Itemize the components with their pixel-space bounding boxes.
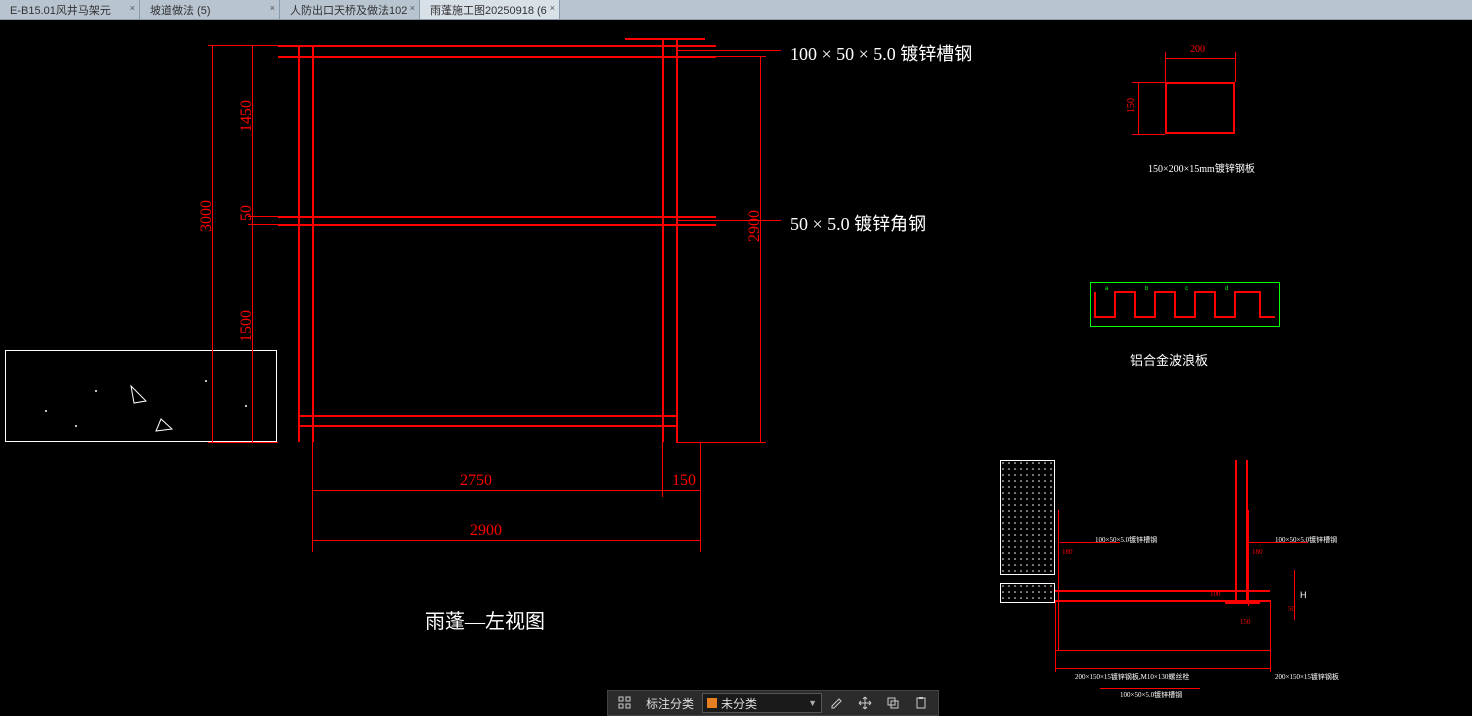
grid-icon-button[interactable] [612,692,638,714]
dim-50: 50 [238,205,256,221]
detail-caption: 150×200×15mm镀锌钢板 [1148,160,1255,175]
dim-2900v: 2900 [746,210,764,242]
dim-180b: 180 [1252,548,1263,556]
dim-1450: 1450 [238,100,256,132]
drawing-canvas[interactable]: 100 × 50 × 5.0 镀锌槽钢 50 × 5.0 镀锌角钢 3000 1… [0,20,1472,706]
dim-line [1138,82,1139,134]
ext-line [676,56,766,57]
svg-text:a: a [1105,286,1109,292]
edit-icon-button[interactable] [824,692,850,714]
ext-line [1235,52,1236,82]
close-icon[interactable]: × [410,3,415,13]
detail-rect [1165,82,1235,134]
svg-text:b: b [1145,286,1149,292]
corrugated-detail: a b c d [1090,282,1280,327]
dim-2900h: 2900 [470,522,502,540]
drawing-line [662,38,664,442]
doc-tab-label: 雨蓬施工图20250918 (6 [430,2,547,18]
detail-caption: 铝合金波浪板 [1130,350,1208,369]
ext-line [1132,82,1165,83]
svg-text:c: c [1185,286,1188,292]
drawing-line [278,45,716,47]
close-icon[interactable]: × [550,3,555,13]
toolbar-label: 标注分类 [640,695,700,712]
annotation-text: 50 × 5.0 镀锌角钢 [790,210,926,236]
view-title: 雨蓬—左视图 [425,605,545,634]
doc-tab[interactable]: 人防出口天桥及做法102× [280,0,420,19]
dim-line [312,490,700,491]
doc-tab-label: E-B15.01风井马架元 [10,2,111,18]
dim-line [212,45,213,442]
ext-line [1132,134,1165,135]
dim-line [312,540,700,541]
dim-line [760,56,761,442]
drawing-line [278,56,716,58]
doc-tab-label: 坡道做法 (5) [150,2,211,18]
dim-line [1165,58,1235,59]
label-b: 100×50×5.0镀锌槽钢 [1275,535,1337,545]
dim-200: 200 [1190,44,1205,55]
chevron-down-icon: ▼ [808,698,817,708]
doc-tab-label: 人防出口天桥及做法102 [290,2,407,18]
drawing-line [312,45,314,442]
dim-180a: 180 [1062,548,1073,556]
dim-1500: 1500 [238,310,256,342]
copy-icon-button[interactable] [880,692,906,714]
dim-150: 150 [672,472,696,490]
classification-select[interactable]: 未分类 ▼ [702,693,822,713]
select-value: 未分类 [721,695,757,712]
drawing-line [298,45,300,442]
color-swatch-icon [707,698,717,708]
drawing-line [278,216,716,218]
ext-line [248,224,278,225]
drawing-line [278,224,716,226]
label-a: 100×50×5.0镀锌槽钢 [1095,535,1157,545]
drawing-line [625,38,705,40]
dim-150: 150 [1240,618,1251,626]
doc-tab-active[interactable]: 雨蓬施工图20250918 (6× [420,0,560,19]
svg-text:d: d [1225,286,1228,292]
ext-line [662,442,663,497]
document-tab-bar: E-B15.01风井马架元× 坡道做法 (5)× 人防出口天桥及做法102× 雨… [0,0,1472,20]
dim-50: 50 [1288,605,1295,613]
leader-line [676,220,781,221]
label-d: 200×150×15镀锌钢板 [1275,672,1339,682]
doc-tab[interactable]: E-B15.01风井马架元 × [0,0,140,19]
paste-icon-button[interactable] [908,692,934,714]
close-icon[interactable]: × [270,3,275,13]
ext-line [700,442,701,552]
ext-line [208,45,278,46]
wall-detail-group: 180 180 100 150 H 50 100×50×5.0镀锌槽钢 100×… [1000,450,1350,695]
doc-tab[interactable]: 坡道做法 (5) × [140,0,280,19]
ext-line [676,442,766,443]
dim-100: 100 [1210,590,1221,598]
dim-150d: 150 [1126,98,1137,113]
dim-H: H [1300,590,1307,600]
move-icon-button[interactable] [852,692,878,714]
ext-line [312,442,313,552]
leader-line [676,50,781,51]
label-e: 100×50×5.0镀锌槽钢 [1120,690,1182,700]
dim-2750: 2750 [460,472,492,490]
ground-region [5,350,277,442]
drawing-line [676,38,678,442]
drawing-line [298,425,678,427]
annotation-toolbar: 标注分类 未分类 ▼ [607,690,939,716]
dim-3000: 3000 [198,200,216,232]
annotation-text: 100 × 50 × 5.0 镀锌槽钢 [790,40,972,66]
label-c: 200×150×15镀锌钢板,M10×130螺丝栓 [1075,672,1189,682]
drawing-line [298,415,678,417]
ext-line [208,442,278,443]
close-icon[interactable]: × [130,3,135,13]
ext-line [1165,52,1166,82]
